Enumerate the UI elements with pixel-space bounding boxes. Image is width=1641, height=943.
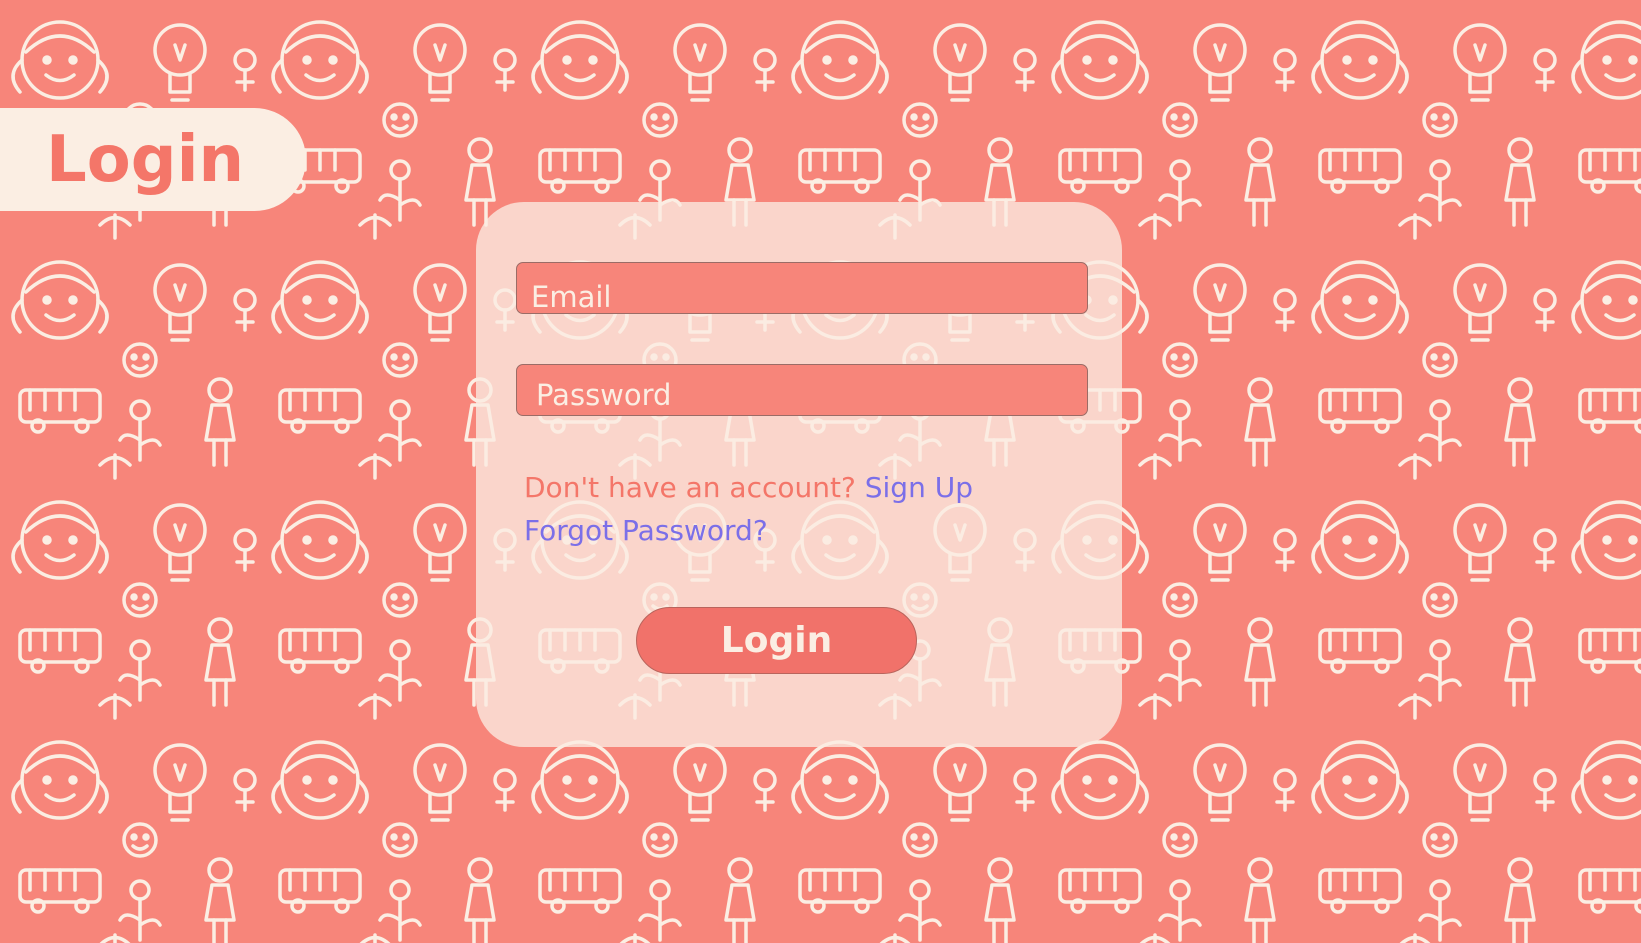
login-card: Don't have an account? Sign Up Forgot Pa… [476,202,1122,747]
account-links: Don't have an account? Sign Up Forgot Pa… [524,466,973,552]
page-title: Login [46,122,245,197]
login-page: Login Don't have an account? Sign Up For… [0,0,1641,943]
password-input[interactable] [516,364,1088,416]
email-input[interactable] [516,262,1088,314]
question-mark: ? [840,471,856,504]
forgot-password-link[interactable]: Forgot Password? [524,514,768,547]
no-account-text: Don't have an account [524,471,841,504]
page-title-banner: Login [0,108,306,211]
signup-link[interactable]: Sign Up [865,471,973,504]
login-button[interactable]: Login [636,607,917,674]
signup-line: Don't have an account? Sign Up [524,466,973,509]
